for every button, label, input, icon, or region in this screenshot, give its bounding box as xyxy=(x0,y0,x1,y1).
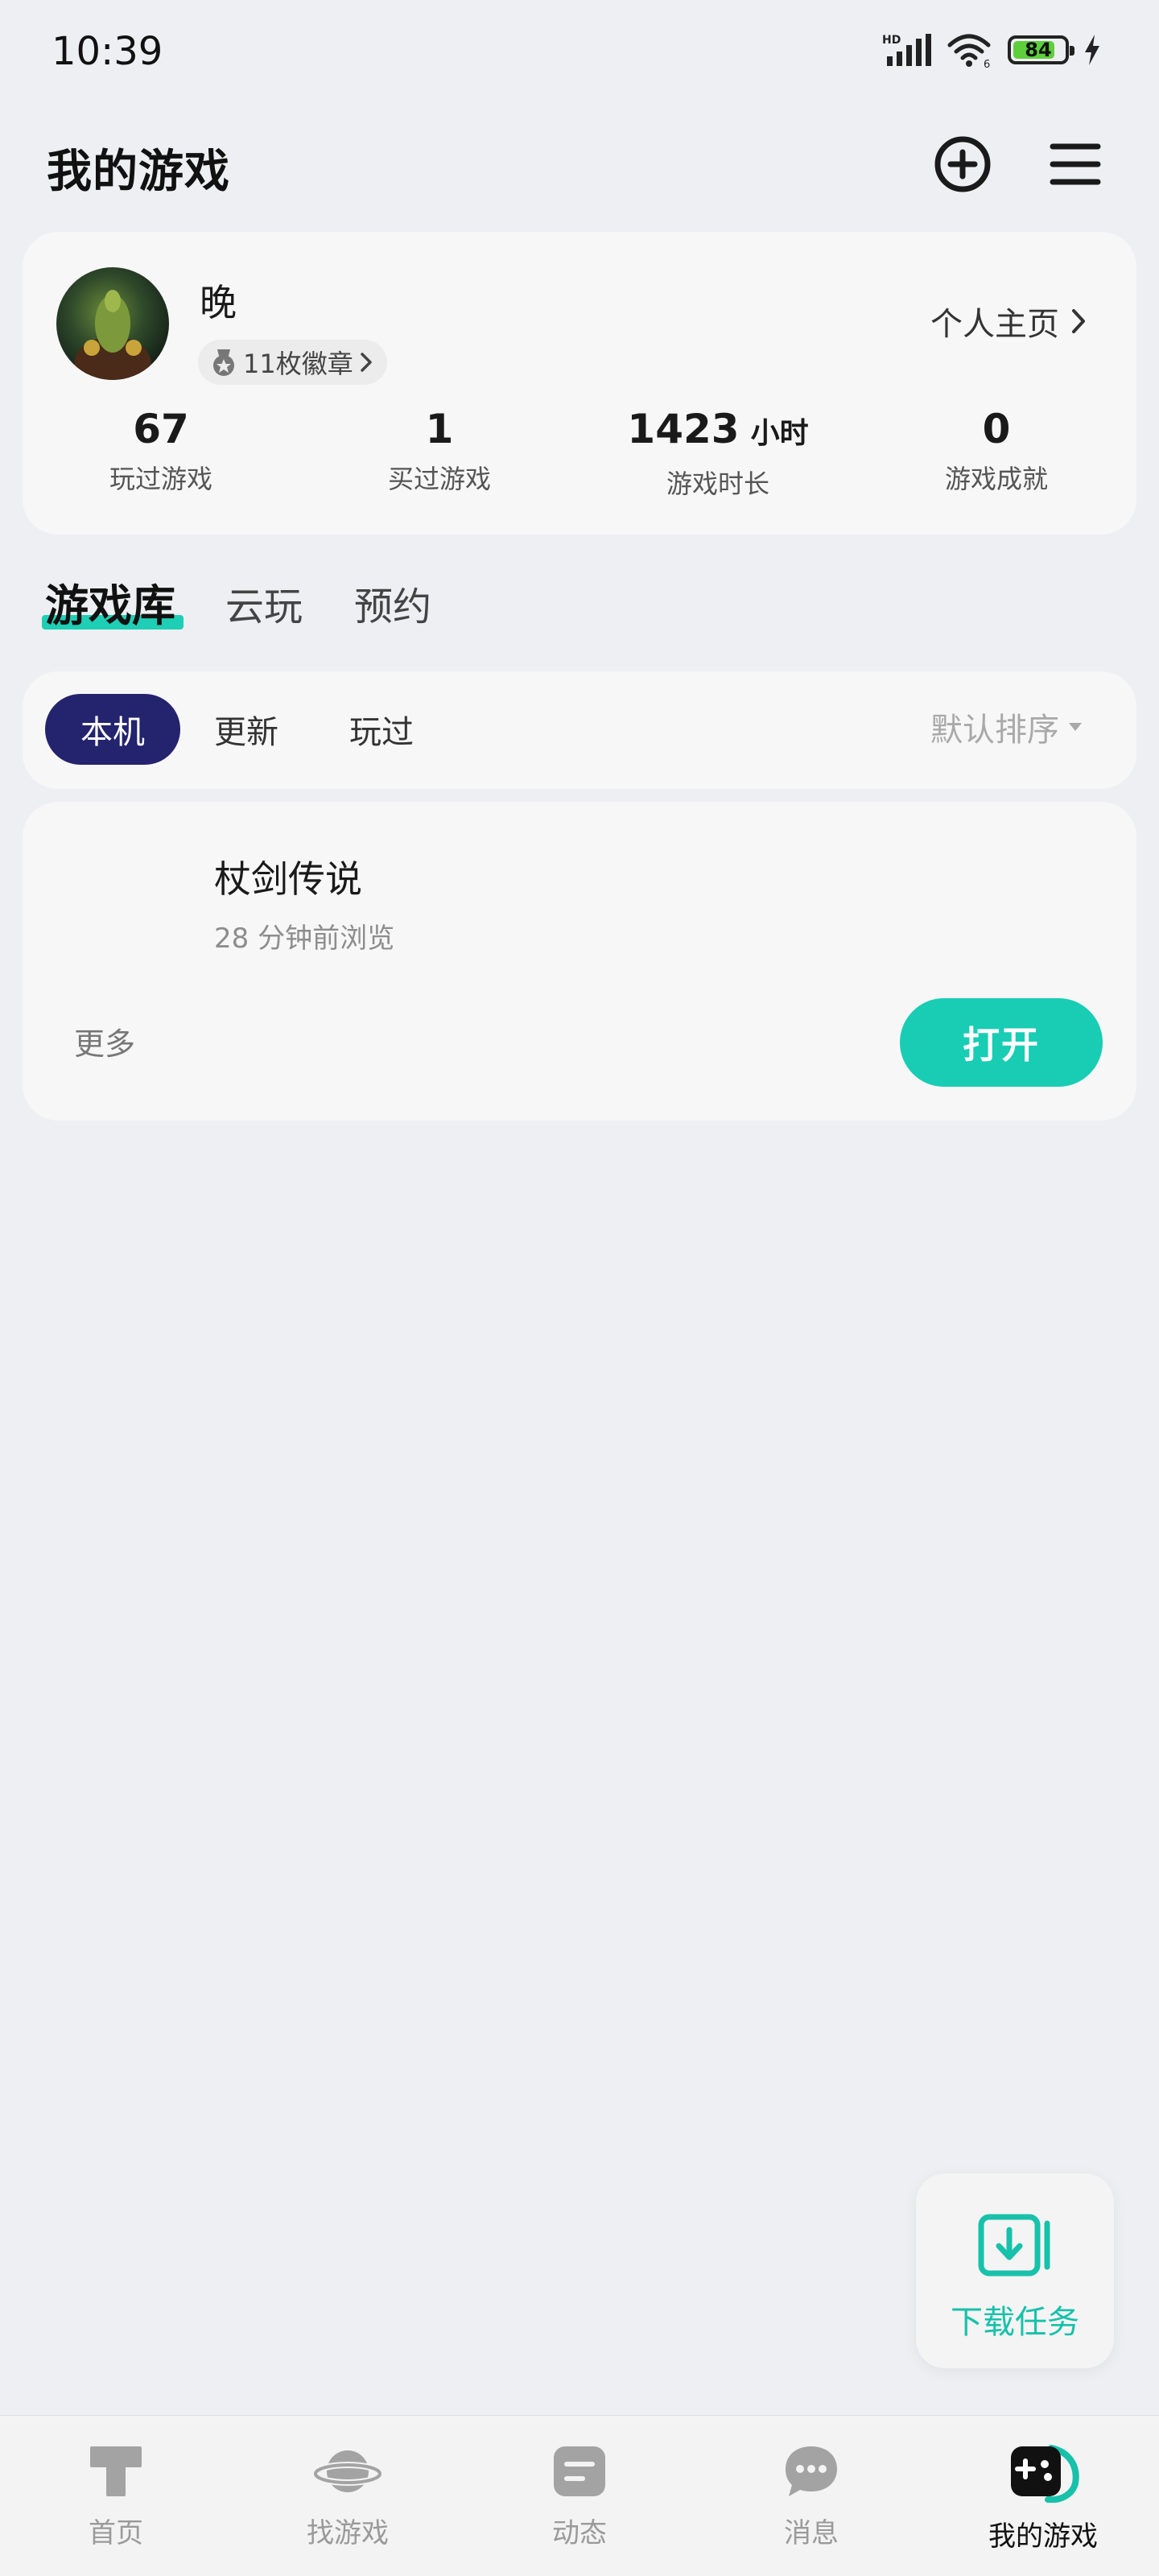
nav-feed[interactable]: 动态 xyxy=(464,2416,695,2576)
charging-icon xyxy=(1085,35,1099,65)
home-link-label: 个人主页 xyxy=(930,306,1059,343)
medal-icon xyxy=(213,349,234,376)
svg-text:6: 6 xyxy=(984,59,990,68)
tab-reservations[interactable]: 预约 xyxy=(354,575,431,631)
stat-value: 0 xyxy=(982,406,1011,452)
bottom-nav: 首页 找游戏 动态 消息 我的游戏 xyxy=(0,2415,1159,2576)
download-icon xyxy=(978,2214,1050,2277)
menu-button[interactable] xyxy=(1043,132,1107,196)
nav-label: 消息 xyxy=(784,2517,839,2549)
stat-unit: 小时 xyxy=(750,417,809,450)
badge-chip[interactable]: 11枚徽章 xyxy=(198,340,387,385)
game-name: 杖剑传说 xyxy=(214,857,362,901)
nav-label: 我的游戏 xyxy=(988,2520,1098,2553)
nav-label: 动态 xyxy=(552,2517,607,2549)
feed-icon xyxy=(554,2446,605,2496)
sort-dropdown[interactable]: 默认排序 xyxy=(930,704,1083,750)
download-tasks-button[interactable]: 下载任务 xyxy=(916,2174,1114,2368)
planet-icon xyxy=(313,2450,382,2492)
nav-messages[interactable]: 消息 xyxy=(695,2416,927,2576)
status-icons: HD 6 84 xyxy=(882,32,1101,68)
stat-value: 1 xyxy=(425,406,454,452)
game-last-viewed: 28 分钟前浏览 xyxy=(214,923,395,955)
open-game-button[interactable]: 打开 xyxy=(900,998,1103,1087)
stat-value: 1423 xyxy=(627,406,740,452)
signal-icon: HD xyxy=(882,34,931,66)
nav-label: 找游戏 xyxy=(307,2517,389,2549)
plus-circle-icon xyxy=(934,136,991,192)
caret-down-icon xyxy=(1069,723,1082,731)
page-title: 我的游戏 xyxy=(47,146,230,198)
nav-label: 首页 xyxy=(89,2517,143,2549)
tab-cloud-play[interactable]: 云玩 xyxy=(225,575,303,631)
stat-played-games[interactable]: 67 玩过游戏 xyxy=(40,404,282,496)
hd-label: HD xyxy=(882,34,901,47)
filter-chip-local[interactable]: 本机 xyxy=(45,694,180,765)
chevron-right-icon xyxy=(360,353,372,372)
status-time: 10:39 xyxy=(52,29,163,74)
battery-level: 84 xyxy=(1025,39,1052,61)
filter-chip-played[interactable]: 玩过 xyxy=(349,694,414,765)
badge-count: 11枚徽章 xyxy=(243,349,353,379)
stat-play-time[interactable]: 1423 小时 游戏时长 xyxy=(597,404,839,501)
chat-bubble-icon xyxy=(786,2446,837,2496)
stat-label: 买过游戏 xyxy=(387,464,491,494)
stat-value: 67 xyxy=(133,406,189,452)
more-link[interactable]: 更多 xyxy=(74,1019,135,1063)
profile-home-link[interactable]: 个人主页 xyxy=(930,298,1087,345)
nav-home[interactable]: 首页 xyxy=(0,2416,232,2576)
avatar[interactable] xyxy=(56,267,169,380)
stat-bought-games[interactable]: 1 买过游戏 xyxy=(319,404,560,496)
tab-game-library[interactable]: 游戏库 xyxy=(45,570,175,634)
add-button[interactable] xyxy=(930,132,995,196)
home-t-icon xyxy=(90,2446,142,2496)
nav-find-games[interactable]: 找游戏 xyxy=(232,2416,464,2576)
stat-label: 游戏成就 xyxy=(944,464,1048,494)
hamburger-menu-icon xyxy=(1050,143,1101,185)
filter-chip-updates[interactable]: 更新 xyxy=(214,694,278,765)
username: 晚 xyxy=(200,281,237,324)
battery-icon: 84 xyxy=(1008,35,1074,64)
stat-achievements[interactable]: 0 游戏成就 xyxy=(876,404,1117,496)
download-tasks-label: 下载任务 xyxy=(951,2304,1079,2341)
gamepad-icon xyxy=(1011,2445,1079,2503)
chevron-right-icon xyxy=(1072,309,1085,333)
nav-my-games[interactable]: 我的游戏 xyxy=(927,2416,1159,2576)
stat-label: 玩过游戏 xyxy=(109,464,212,494)
wifi-icon: 6 xyxy=(947,34,991,68)
sort-label: 默认排序 xyxy=(930,712,1059,749)
avatar-image xyxy=(74,290,151,380)
stat-label: 游戏时长 xyxy=(666,469,769,499)
